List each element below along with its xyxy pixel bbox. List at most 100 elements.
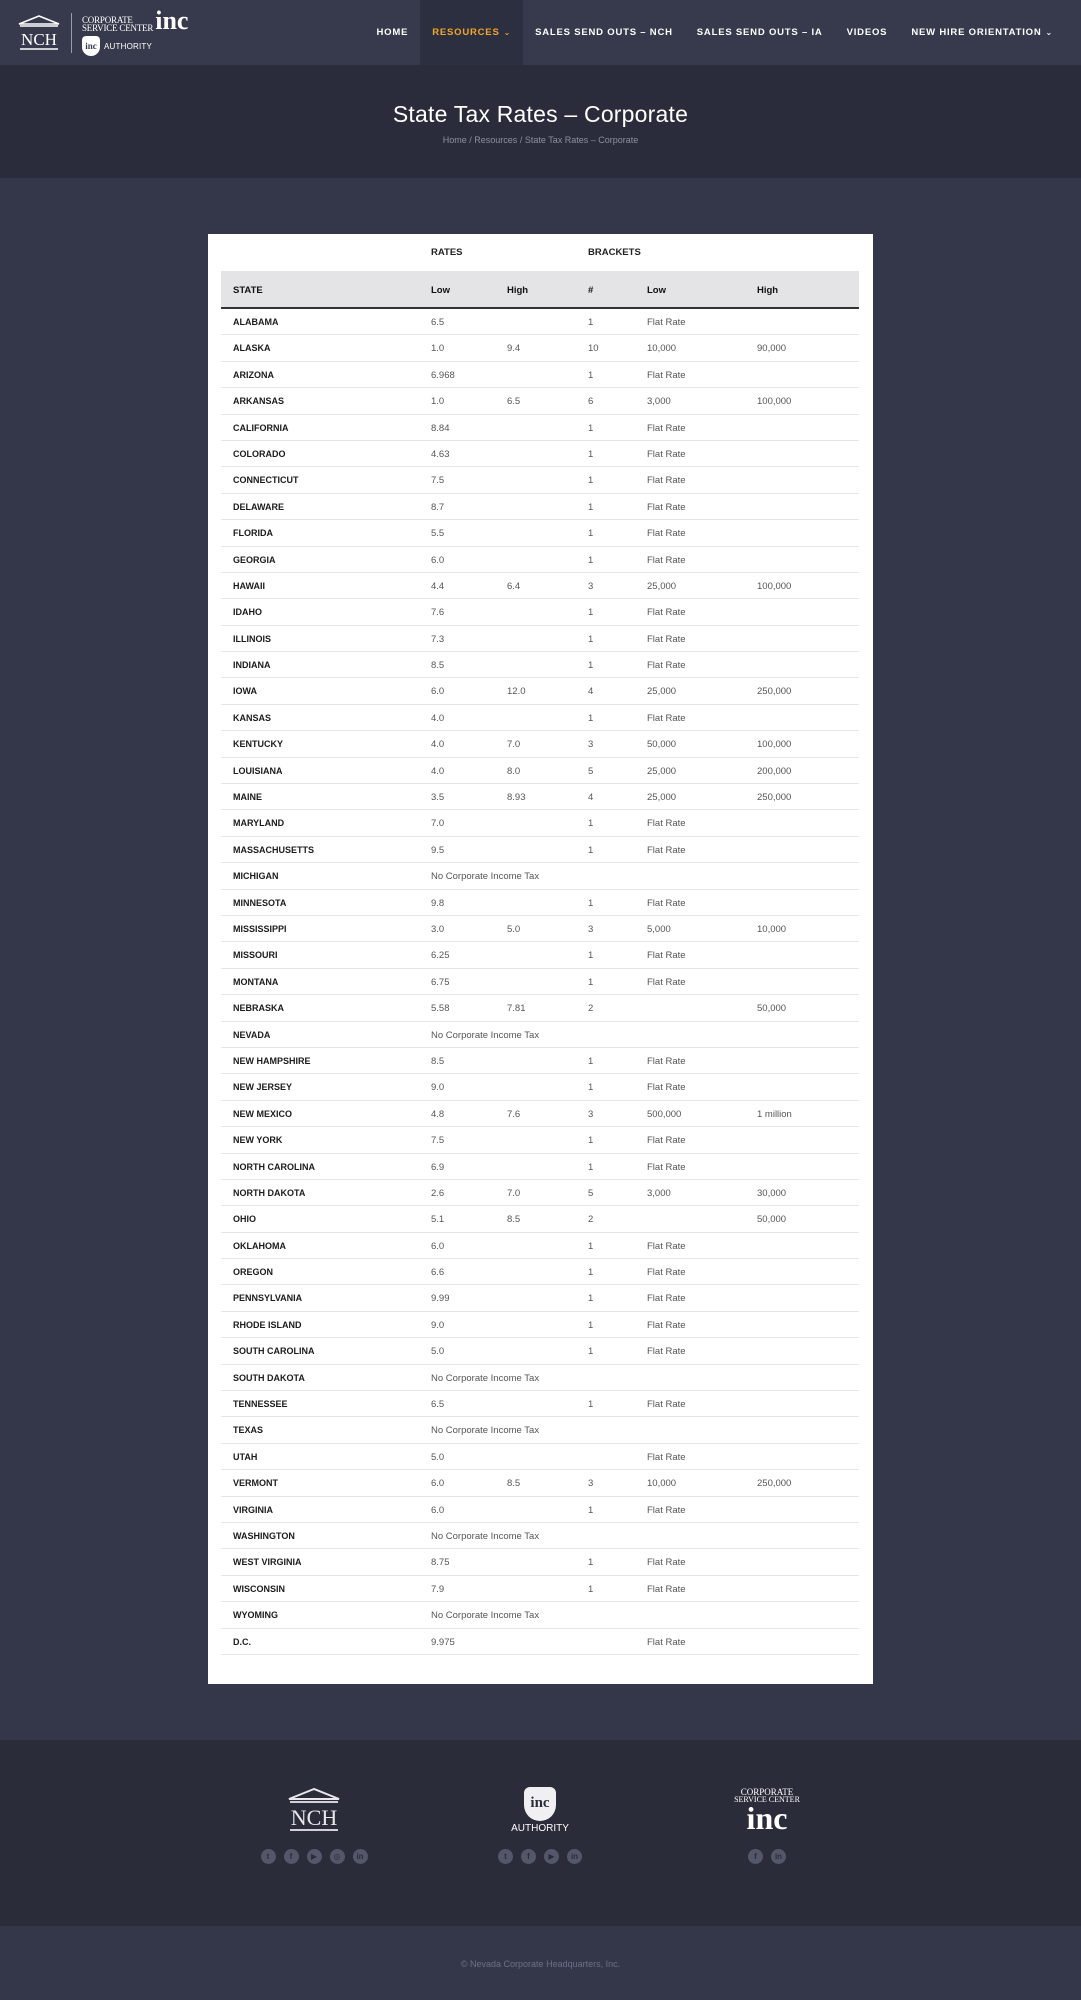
bracket-low-cell: 10,000 [647, 1478, 677, 1490]
rate-low-cell: No Corporate Income Tax [431, 1372, 540, 1384]
bracket-count-cell: 1 [588, 1557, 594, 1569]
footer-inc-authority-logo[interactable]: inc AUTHORITY [460, 1785, 620, 1835]
bracket-count-cell: 1 [588, 422, 594, 434]
instagram-icon[interactable]: ◎ [329, 1849, 345, 1864]
csc-line2: SERVICE CENTER [82, 23, 154, 33]
bracket-count-cell: 1 [588, 448, 594, 460]
nav-new-hire-label: NEW HIRE ORIENTATION [911, 27, 1042, 38]
bracket-count-cell: 3 [588, 1478, 594, 1490]
bracket-low-cell: 3,000 [647, 1187, 671, 1199]
youtube-icon[interactable]: ▶ [544, 1849, 559, 1864]
state-cell: GEORGIA [233, 554, 276, 565]
state-cell: WASHINGTON [233, 1530, 295, 1541]
youtube-icon[interactable]: ▶ [306, 1849, 322, 1864]
bracket-low-cell: Flat Rate [647, 369, 686, 381]
nav-new-hire-orientation[interactable]: NEW HIRE ORIENTATION ⌄ [899, 0, 1065, 65]
bracket-count-cell: 1 [588, 950, 594, 962]
table-row: WEST VIRGINIA 8.75 1 Flat Rate [221, 1549, 859, 1576]
linkedin-icon[interactable]: in [567, 1849, 582, 1864]
bracket-low-cell: Flat Rate [647, 1346, 686, 1358]
nav-sales-send-outs-ia[interactable]: SALES SEND OUTS – IA [685, 0, 835, 65]
rate-low-cell: 6.0 [431, 1240, 445, 1252]
breadcrumb-home[interactable]: Home [443, 135, 467, 145]
rate-low-cell: 5.5 [431, 528, 445, 540]
table-row: MONTANA 6.75 1 Flat Rate [221, 969, 859, 996]
main-nav: HOME RESOURCES ⌄ SALES SEND OUTS – NCH SA… [365, 0, 1066, 65]
column-header-bracket-low: Low [647, 285, 666, 296]
state-cell: MONTANA [233, 976, 279, 987]
twitter-icon[interactable]: t [498, 1849, 513, 1864]
nav-sales-ia-label: SALES SEND OUTS – IA [696, 27, 823, 38]
table-row: ARIZONA 6.968 1 Flat Rate [221, 362, 859, 389]
rate-low-cell: 5.0 [431, 1451, 445, 1463]
rate-low-cell: 3.0 [431, 923, 445, 935]
rate-low-cell: No Corporate Income Tax [431, 1610, 540, 1622]
csc-inc-text: inc [155, 6, 189, 35]
state-cell: IDAHO [233, 607, 262, 618]
bracket-low-cell: Flat Rate [647, 633, 686, 645]
site-header: NCH CORPORATE SERVICE CENTER inc inc AUT… [0, 0, 1081, 65]
rate-low-cell: 9.0 [431, 1319, 445, 1331]
state-cell: RHODE ISLAND [233, 1319, 302, 1330]
nav-sales-send-outs-nch[interactable]: SALES SEND OUTS – NCH [523, 0, 685, 65]
footer-nch-logo[interactable]: NCH [234, 1785, 394, 1835]
bracket-count-cell: 1 [588, 554, 594, 566]
bracket-low-cell: Flat Rate [647, 1636, 686, 1648]
state-cell: WISCONSIN [233, 1583, 286, 1594]
facebook-icon[interactable]: f [521, 1849, 536, 1864]
bracket-count-cell: 3 [588, 739, 594, 751]
rate-low-cell: 7.6 [431, 607, 445, 619]
inc-authority-badge-icon: inc [524, 1786, 556, 1821]
bracket-high-cell: 200,000 [757, 765, 792, 777]
bracket-low-cell: 25,000 [647, 765, 677, 777]
table-row: ILLINOIS 7.3 1 Flat Rate [221, 626, 859, 653]
nav-home-label: HOME [376, 27, 409, 38]
bracket-count-cell: 5 [588, 1187, 594, 1199]
state-cell: MISSISSIPPI [233, 923, 287, 934]
table-row: IDAHO 7.6 1 Flat Rate [221, 599, 859, 626]
nav-resources[interactable]: RESOURCES ⌄ [420, 0, 524, 65]
rate-low-cell: No Corporate Income Tax [431, 871, 540, 883]
breadcrumb-resources[interactable]: Resources [474, 135, 517, 145]
bracket-low-cell: Flat Rate [647, 1319, 686, 1331]
state-cell: WEST VIRGINIA [233, 1557, 302, 1568]
rate-low-cell: 4.8 [431, 1108, 445, 1120]
linkedin-icon[interactable]: in [352, 1849, 368, 1864]
footer-csc-logo[interactable]: CORPORATE SERVICE CENTER inc [687, 1785, 847, 1835]
rate-low-cell: 8.75 [431, 1557, 450, 1569]
table-row: LOUISIANA 4.0 8.0 5 25,000 200,000 [221, 758, 859, 785]
social-links: t f ▶ ◎ in [234, 1849, 394, 1864]
state-cell: DELAWARE [233, 501, 285, 512]
table-row: NORTH CAROLINA 6.9 1 Flat Rate [221, 1154, 859, 1180]
bracket-count-cell: 3 [588, 923, 594, 935]
column-header-rate-low: Low [431, 285, 450, 296]
table-row: KANSAS 4.0 1 Flat Rate [221, 705, 859, 732]
table-row: MISSISSIPPI 3.0 5.0 3 5,000 10,000 [221, 916, 859, 943]
facebook-icon[interactable]: f [748, 1849, 763, 1864]
rate-high-cell: 7.0 [507, 1187, 521, 1199]
bracket-low-cell: 10,000 [647, 343, 677, 355]
nch-logo-text: NCH [21, 30, 57, 49]
bracket-low-cell: Flat Rate [647, 950, 686, 962]
table-row: VIRGINIA 6.0 1 Flat Rate [221, 1497, 859, 1523]
linkedin-icon[interactable]: in [771, 1849, 786, 1864]
nav-home[interactable]: HOME [365, 0, 421, 65]
rate-low-cell: 8.7 [431, 501, 445, 513]
bracket-count-cell: 4 [588, 686, 594, 698]
bracket-count-cell: 1 [588, 1240, 594, 1252]
nav-videos[interactable]: VIDEOS [835, 0, 900, 65]
rate-low-cell: 6.0 [431, 686, 445, 698]
copyright-text: © Nevada Corporate Headquarters, Inc. [460, 1959, 621, 1969]
table-row: KENTUCKY 4.0 7.0 3 50,000 100,000 [221, 731, 859, 758]
table-row: COLORADO 4.63 1 Flat Rate [221, 441, 859, 468]
column-header-state: STATE [233, 285, 263, 296]
table-row: MASSACHUSETTS 9.5 1 Flat Rate [221, 837, 859, 864]
bracket-count-cell: 6 [588, 396, 594, 408]
facebook-icon[interactable]: f [283, 1849, 299, 1864]
state-cell: LOUISIANA [233, 765, 283, 776]
rate-low-cell: 3.5 [431, 792, 445, 804]
twitter-icon[interactable]: t [260, 1849, 276, 1864]
csc-logo: CORPORATE SERVICE CENTER inc inc AUTHORI… [82, 6, 189, 56]
brand-logo[interactable]: NCH CORPORATE SERVICE CENTER inc inc AUT… [17, 6, 189, 57]
brand-divider [71, 13, 72, 53]
